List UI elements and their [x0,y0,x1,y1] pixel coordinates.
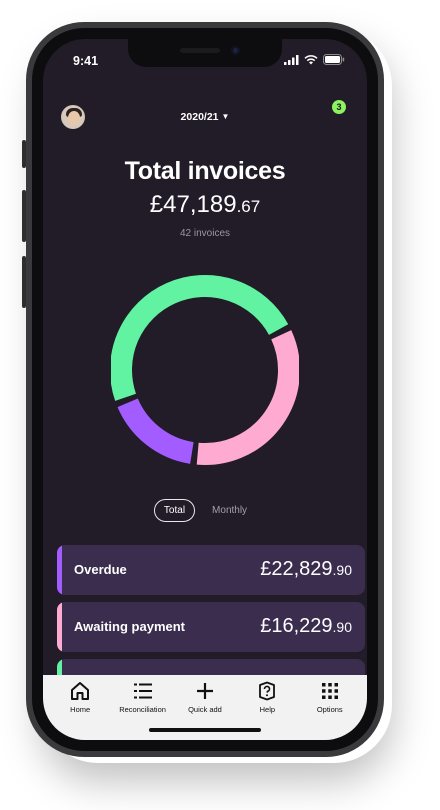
card-awaiting-stripe [57,602,62,652]
home-indicator [149,728,261,732]
tab-options[interactable]: Options [299,680,361,714]
notification-badge[interactable]: 3 [332,100,346,114]
year-label: 2020/21 [180,111,219,123]
invoice-count: 42 invoices [179,228,231,239]
battery-icon [323,54,345,65]
grid-icon [319,680,341,702]
tab-help[interactable]: Help [236,680,298,714]
total-amount-major: £47,189 [149,191,237,218]
card-overdue-amount-minor: .90 [332,562,352,578]
total-amount-minor: .67 [236,197,261,216]
total-amount: £47,189.67 [43,191,367,219]
year-selector[interactable]: 2020/21 ▼ [43,111,367,123]
page-title: Total invoices [124,157,286,185]
cellular-signal-icon [284,54,299,65]
tab-options-label: Options [316,705,343,714]
status-icons [284,54,345,65]
donut-slice-awaiting-payment [196,330,299,465]
tab-quick-add[interactable]: Quick add [174,680,236,714]
tab-home-label: Home [70,705,91,714]
card-overdue-amount-major: £22,829 [260,558,333,580]
status-bar: 9:41 [43,39,367,79]
card-overdue-label: Overdue [74,562,127,577]
list-icon [132,680,154,702]
card-awaiting-amount-minor: .90 [332,619,352,635]
donut-slice-overdue [111,275,289,401]
app-screen: 9:41 2020/21 ▼ 3 Total invoices £47,189.… [43,39,367,740]
wifi-icon [304,54,318,64]
tab-reconciliation-label: Reconciliation [119,705,166,714]
tab-bar: Home Reconciliation Quick add Help Optio… [43,675,367,740]
tab-reconciliation[interactable]: Reconciliation [112,680,174,714]
donut-slice-third [117,398,194,464]
invoice-donut-chart [111,275,299,465]
toggle-total[interactable]: Total [153,499,196,522]
home-icon [69,680,91,702]
view-toggle: Total Monthly [43,499,367,522]
card-overdue[interactable]: Overdue £22,829.90 [57,545,365,595]
phone-frame: 9:41 2020/21 ▼ 3 Total invoices £47,189.… [26,22,384,757]
chevron-down-icon: ▼ [221,112,230,121]
card-overdue-stripe [57,545,62,595]
card-overdue-amount: £22,829.90 [260,558,352,581]
tab-home[interactable]: Home [49,680,111,714]
plus-icon [194,680,216,702]
status-time: 9:41 [73,54,99,68]
card-awaiting-label: Awaiting payment [74,619,186,634]
tab-help-label: Help [259,705,276,714]
card-awaiting-payment[interactable]: Awaiting payment £16,229.90 [57,602,365,652]
tab-quick-add-label: Quick add [188,705,222,714]
toggle-monthly[interactable]: Monthly [203,500,256,521]
card-awaiting-amount-major: £16,229 [260,615,333,637]
help-icon [256,680,278,702]
card-awaiting-amount: £16,229.90 [260,615,352,638]
